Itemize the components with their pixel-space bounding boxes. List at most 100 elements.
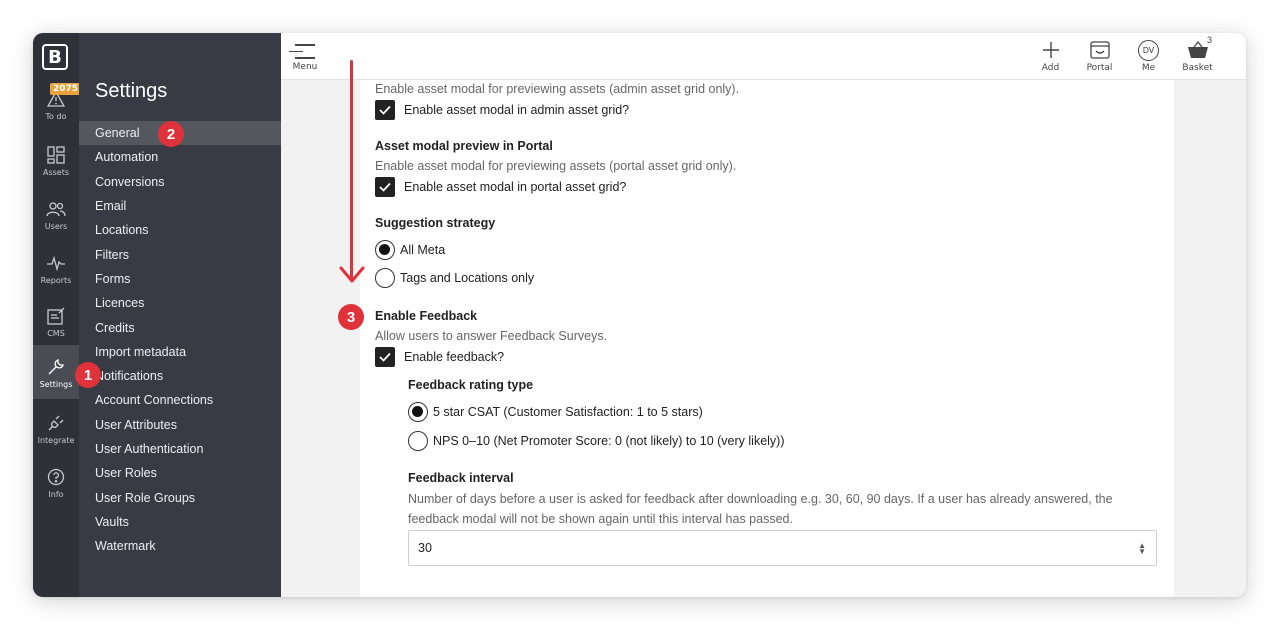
nav-item-forms[interactable]: Forms [79, 267, 281, 291]
rail-item-integrate[interactable]: Integrate [33, 405, 79, 459]
me-label: Me [1141, 63, 1156, 73]
feedback-interval-description-2: feedback modal will not be shown again u… [408, 512, 793, 526]
add-button[interactable]: Add [1026, 37, 1075, 73]
basket-icon [1187, 37, 1209, 63]
nav-item-credits[interactable]: Credits [79, 315, 281, 339]
annotation-arrow [350, 60, 353, 280]
rail-label-info: Info [48, 490, 64, 499]
settings-title: Settings [95, 80, 168, 102]
rail-label-settings: Settings [39, 380, 73, 389]
enable-feedback-description: Allow users to answer Feedback Surveys. [375, 329, 608, 343]
radio-nps[interactable] [408, 431, 428, 451]
top-bar: Menu Add Portal DV Me 3 Basket [281, 33, 1246, 80]
check-icon [379, 105, 391, 115]
users-icon [46, 199, 66, 219]
menu-button[interactable]: Menu [289, 41, 319, 72]
feedback-interval-title: Feedback interval [408, 471, 514, 485]
add-label: Add [1041, 63, 1060, 73]
rail-label-assets: Assets [42, 168, 70, 177]
portal-icon [1089, 37, 1110, 63]
rail-item-users[interactable]: Users [33, 191, 79, 245]
portal-modal-checkbox-label[interactable]: Enable asset modal in portal asset grid? [404, 180, 626, 194]
rail-item-assets[interactable]: Assets [33, 137, 79, 191]
spinner-icon[interactable]: ▲ ▼ [1138, 542, 1146, 556]
radio-tags-locations[interactable] [375, 268, 395, 288]
rail-label-users: Users [44, 222, 68, 231]
icon-rail: B To do 2075 Assets Users Reports CMS Se… [33, 33, 82, 597]
check-icon [379, 182, 391, 192]
callout-2: 2 [158, 121, 184, 147]
edit-document-icon [46, 306, 66, 326]
portal-modal-title: Asset modal preview in Portal [375, 139, 553, 153]
annotation-arrowhead-icon [339, 266, 365, 283]
check-icon [379, 352, 391, 362]
radio-nps-label[interactable]: NPS 0–10 (Net Promoter Score: 0 (not lik… [433, 434, 785, 448]
feedback-interval-value: 30 [418, 541, 432, 555]
rail-label-reports: Reports [40, 276, 72, 285]
admin-modal-description: Enable asset modal for previewing assets… [375, 82, 740, 96]
portal-modal-checkbox[interactable] [375, 177, 395, 197]
radio-all-meta[interactable] [375, 240, 395, 260]
rail-label-todo: To do [45, 112, 67, 121]
feedback-interval-input[interactable]: 30 ▲ ▼ [408, 530, 1157, 566]
radio-all-meta-label[interactable]: All Meta [400, 243, 445, 257]
nav-item-user-roles[interactable]: User Roles [79, 461, 281, 485]
nav-item-locations[interactable]: Locations [79, 218, 281, 242]
rail-item-reports[interactable]: Reports [33, 245, 79, 299]
rail-item-info[interactable]: Info [33, 459, 79, 513]
feedback-rating-title: Feedback rating type [408, 378, 534, 392]
nav-item-account-connections[interactable]: Account Connections [79, 388, 281, 412]
nav-item-conversions[interactable]: Conversions [79, 170, 281, 194]
admin-modal-checkbox[interactable] [375, 100, 395, 120]
feedback-interval-description-1: Number of days before a user is asked fo… [408, 492, 1113, 506]
avatar-initials: DV [1138, 39, 1159, 61]
enable-feedback-checkbox[interactable] [375, 347, 395, 367]
app-window: B To do 2075 Assets Users Reports CMS Se… [33, 33, 1246, 597]
rail-label-integrate: Integrate [37, 436, 75, 445]
question-icon [46, 467, 66, 487]
grid-icon [46, 145, 66, 165]
radio-csat[interactable] [408, 402, 428, 422]
nav-item-user-attributes[interactable]: User Attributes [79, 413, 281, 437]
admin-modal-checkbox-label[interactable]: Enable asset modal in admin asset grid? [404, 103, 629, 117]
nav-item-user-role-groups[interactable]: User Role Groups [79, 485, 281, 509]
plus-icon [1042, 37, 1060, 63]
portal-button[interactable]: Portal [1075, 37, 1124, 73]
basket-button[interactable]: 3 Basket [1173, 35, 1222, 73]
rail-label-cms: CMS [47, 329, 65, 338]
avatar: DV [1138, 37, 1159, 63]
nav-item-email[interactable]: Email [79, 194, 281, 218]
enable-feedback-title: Enable Feedback [375, 309, 478, 323]
me-button[interactable]: DV Me [1124, 37, 1173, 73]
nav-item-notifications[interactable]: Notifications [79, 364, 281, 388]
logo-icon[interactable]: B [42, 44, 68, 70]
nav-item-filters[interactable]: Filters [79, 242, 281, 266]
todo-count-badge: 2075 [50, 83, 82, 95]
basket-label: Basket [1182, 63, 1213, 73]
callout-3: 3 [338, 304, 364, 330]
nav-item-user-authentication[interactable]: User Authentication [79, 437, 281, 461]
plug-icon [46, 413, 66, 433]
top-actions: Add Portal DV Me 3 Basket [1026, 35, 1222, 73]
settings-sidebar: Settings General Automation Conversions … [79, 33, 281, 597]
radio-tags-locations-label[interactable]: Tags and Locations only [400, 271, 534, 285]
hamburger-icon [289, 44, 315, 62]
enable-feedback-checkbox-label[interactable]: Enable feedback? [404, 350, 504, 364]
menu-label: Menu [292, 62, 318, 72]
callout-1: 1 [75, 362, 101, 388]
wrench-icon [46, 357, 66, 377]
portal-label: Portal [1086, 63, 1113, 73]
rail-item-cms[interactable]: CMS [33, 298, 79, 352]
nav-item-vaults[interactable]: Vaults [79, 510, 281, 534]
nav-item-import-metadata[interactable]: Import metadata [79, 340, 281, 364]
nav-item-watermark[interactable]: Watermark [79, 534, 281, 558]
suggestion-strategy-title: Suggestion strategy [375, 216, 496, 230]
portal-modal-description: Enable asset modal for previewing assets… [375, 159, 737, 173]
settings-nav-list: General Automation Conversions Email Loc… [79, 121, 281, 558]
basket-count: 3 [1206, 35, 1212, 45]
pulse-icon [46, 253, 66, 273]
rail-item-settings[interactable]: Settings [33, 345, 79, 399]
nav-item-licences[interactable]: Licences [79, 291, 281, 315]
nav-item-automation[interactable]: Automation [79, 145, 281, 169]
radio-csat-label[interactable]: 5 star CSAT (Customer Satisfaction: 1 to… [433, 405, 703, 419]
